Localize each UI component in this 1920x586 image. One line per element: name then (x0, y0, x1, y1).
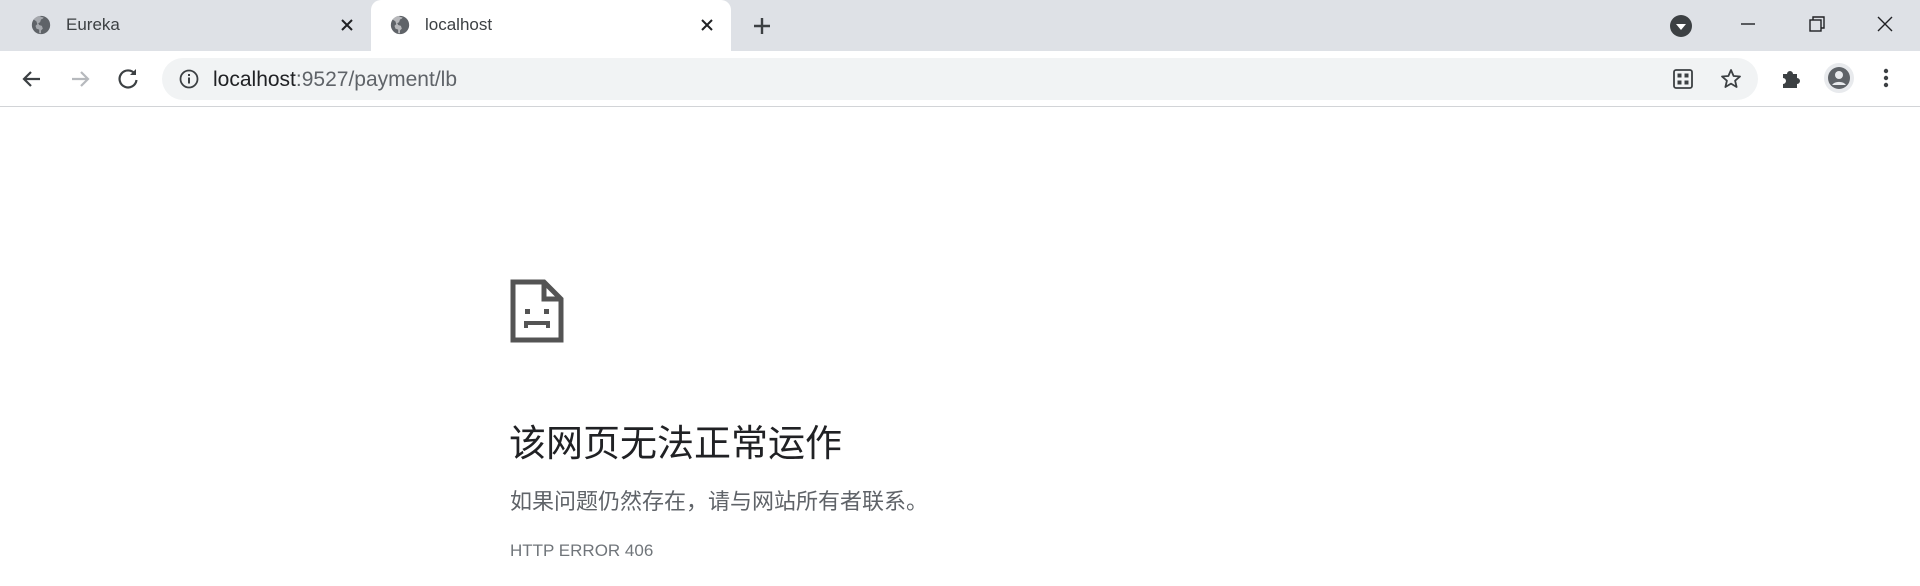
back-arrow-icon[interactable] (18, 65, 46, 93)
reload-icon[interactable] (114, 65, 142, 93)
close-icon[interactable] (337, 15, 357, 35)
toolbar: localhost:9527/payment/lb (0, 51, 1920, 107)
close-icon[interactable] (697, 15, 717, 35)
url-path: :9527/payment/lb (295, 68, 457, 91)
restore-icon[interactable] (1803, 10, 1831, 38)
error-title: 该网页无法正常运作 (509, 423, 842, 464)
new-tab-plus-icon[interactable] (750, 14, 774, 38)
tab-localhost[interactable]: localhost (371, 0, 731, 51)
url-text[interactable]: localhost:9527/payment/lb (213, 68, 457, 92)
extensions-puzzle-icon[interactable] (1778, 65, 1804, 91)
minimize-icon[interactable] (1734, 10, 1762, 38)
tab-search-icon[interactable] (1669, 14, 1693, 38)
tab-title: localhost (425, 15, 493, 34)
tab-strip: Eureka localhost (0, 0, 1920, 51)
error-message: 如果问题仍然存在，请与网站所有者联系。 (510, 489, 929, 514)
forward-arrow-icon[interactable] (66, 65, 94, 93)
globe-icon (31, 15, 51, 35)
url-host: localhost (213, 68, 296, 91)
window-close-icon[interactable] (1871, 10, 1899, 38)
error-code: HTTP ERROR 406 (510, 541, 654, 560)
sad-page-icon (510, 279, 564, 343)
address-bar[interactable]: localhost:9527/payment/lb (162, 58, 1758, 100)
more-menu-icon[interactable] (1873, 65, 1899, 91)
info-icon[interactable] (178, 68, 200, 90)
qr-code-icon[interactable] (1671, 67, 1695, 91)
tab-title: Eureka (66, 15, 120, 34)
profile-avatar-icon[interactable] (1823, 62, 1855, 94)
page-content: 该网页无法正常运作 如果问题仍然存在，请与网站所有者联系。 HTTP ERROR… (0, 107, 1920, 586)
tab-eureka[interactable]: Eureka (0, 0, 370, 51)
globe-icon (390, 15, 410, 35)
bookmark-star-icon[interactable] (1719, 67, 1743, 91)
